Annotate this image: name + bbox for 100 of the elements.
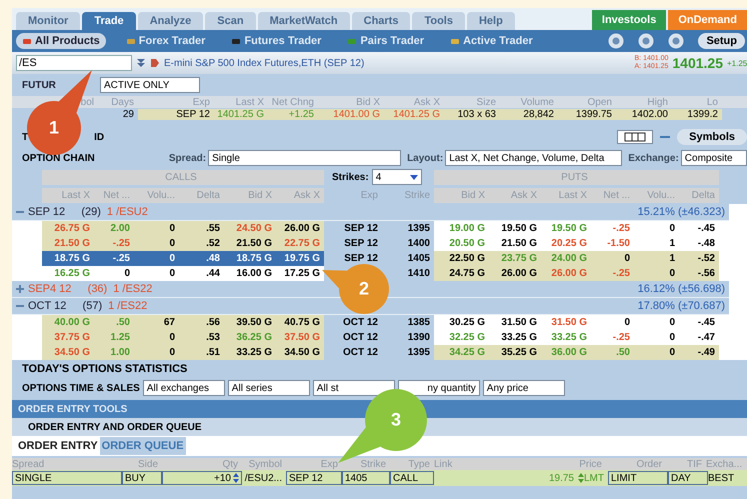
symbols-button[interactable]: Symbols <box>677 129 747 145</box>
grid-icon[interactable] <box>617 130 654 144</box>
promo-button[interactable]: Investools <box>592 10 666 30</box>
quantity-spinner[interactable]: +10 <box>162 471 242 485</box>
table-cell-text: 30.25 G <box>448 316 486 330</box>
column-header: Link <box>434 458 454 470</box>
spread-dropdown[interactable]: Single <box>208 150 402 166</box>
round-icon[interactable] <box>638 33 654 49</box>
callout-number: 1 <box>49 118 59 138</box>
nav-tab[interactable]: Analyze <box>138 12 204 30</box>
table-cell: +1.25 <box>268 108 318 120</box>
volatility-label: 15.21% (±46.323) <box>638 206 726 218</box>
table-cell: 36.00 G <box>541 345 591 360</box>
table-cell: 0 <box>134 345 179 360</box>
field-label: Layout: <box>407 152 444 164</box>
strike-dropdown[interactable]: 1405 <box>342 471 390 485</box>
option-row[interactable]: 26.75 G 2.00 0 .55 24.50 G 26.00 G SEP 12 1395 19.00 G 19.50 G 19.50 G -.25 0 -.45 <box>12 221 729 236</box>
round-icon[interactable] <box>668 33 684 49</box>
table-cell: 0 <box>634 345 679 360</box>
column-header: Last X <box>541 188 591 202</box>
strikes-dropdown[interactable]: 4 <box>372 169 422 185</box>
column-header: Net Chng <box>270 96 315 108</box>
column-header: Ask X <box>489 188 541 202</box>
table-cell-text: -.25 <box>612 222 631 236</box>
table-cell-text: 29 <box>122 108 135 120</box>
nav-tab[interactable]: MarketWatch <box>258 12 350 30</box>
table-cell-text: -.25 <box>612 331 631 345</box>
nav-tab[interactable]: Tools <box>412 12 465 30</box>
column-header: Price <box>578 458 603 470</box>
filter-dropdown[interactable]: ACTIVE ONLY <box>100 77 200 93</box>
table-cell: 21.50 G <box>42 236 94 251</box>
type-dropdown[interactable]: CALL <box>390 471 434 485</box>
table-cell-text: 21.50 G <box>500 237 538 251</box>
table-cell: -.56 <box>679 266 719 281</box>
nav-tab[interactable]: Charts <box>352 12 410 30</box>
order-dropdown[interactable]: LIMIT <box>608 471 668 485</box>
table-cell: SEP 12 <box>324 236 382 251</box>
table-cell: 1.25 <box>94 330 134 345</box>
option-row[interactable]: 40.00 G .50 67 .56 39.50 G 40.75 G OCT 12 1385 30.25 G 31.50 G 31.50 G 0 0 -.45 <box>12 315 729 330</box>
column-header: Bid X <box>434 188 489 202</box>
column-header: Type <box>407 458 431 470</box>
filter-dropdown[interactable]: All st <box>312 380 395 396</box>
option-row[interactable]: 18.75 G -.25 0 .48 18.75 G 19.75 G SEP 12 1405 22.50 G 23.75 G 24.00 G 0 1 -.52 <box>12 251 729 266</box>
column-header: Last X <box>42 188 94 202</box>
table-cell-text: 0 <box>123 267 131 281</box>
table-cell-text: 20.25 G <box>550 237 588 251</box>
nav-tab[interactable]: Help <box>466 12 515 30</box>
column-header: Order <box>635 458 663 470</box>
nav-tab[interactable]: Monitor <box>16 12 80 30</box>
spinner-icon <box>233 473 239 483</box>
table-cell: 1401.25 G <box>214 108 268 120</box>
nav-tab[interactable]: Trade <box>82 12 136 30</box>
expiration-label: SEP 12 <box>28 206 66 218</box>
dropdown-icon[interactable] <box>136 57 146 69</box>
column-header: Side <box>136 458 159 470</box>
table-cell: 2.00 <box>94 221 134 236</box>
column-header: bol <box>80 96 95 108</box>
filter-dropdown[interactable]: All series <box>228 380 310 396</box>
expiration-dropdown[interactable]: SEP 12 <box>286 471 342 485</box>
table-cell: OCT 12 <box>324 330 382 345</box>
setup-button[interactable]: Setup <box>698 33 745 49</box>
column-header: Size <box>476 96 497 108</box>
table-cell-text: 33.25 G <box>500 331 538 345</box>
section-label: OPTIONS TIME & SALES <box>22 382 140 394</box>
product-tab[interactable]: Pairs Trader <box>341 33 430 49</box>
column-header: Exp <box>320 458 339 470</box>
option-row[interactable]: 34.50 G 1.00 0 .51 33.25 G 34.50 G OCT 12 1395 34.25 G 35.25 G 36.00 G .50 0 -.49 <box>12 345 729 360</box>
expand-icon[interactable] <box>16 285 24 293</box>
symbol-field[interactable]: /ES <box>16 55 132 71</box>
tif-dropdown[interactable]: DAY <box>668 471 708 485</box>
option-row[interactable]: 21.50 G -.25 0 .52 21.50 G 22.75 G SEP 12 1400 20.50 G 21.50 G 20.25 G -1.50 1 -.48 <box>12 236 729 251</box>
table-cell: 26.00 G <box>541 266 591 281</box>
product-tab[interactable]: Forex Trader <box>120 33 212 49</box>
nav-tab[interactable]: Scan <box>205 12 256 30</box>
table-cell: 26.00 G <box>276 221 324 236</box>
filter-dropdown[interactable]: Any price <box>482 380 565 396</box>
volatility-label: 16.12% (±56.698) <box>638 283 726 295</box>
filter-dropdown[interactable]: ny quantity <box>398 380 480 396</box>
volatility-label: 17.80% (±70.687) <box>638 300 726 312</box>
collapse-icon[interactable] <box>16 208 24 216</box>
table-cell: .50 <box>591 345 634 360</box>
product-tab[interactable]: Active Trader <box>444 33 539 49</box>
table-cell: 40.00 G <box>42 315 94 330</box>
spread-dropdown[interactable]: SINGLE <box>12 471 122 485</box>
table-cell: 1410 <box>382 266 434 281</box>
table-cell: .55 <box>179 221 224 236</box>
layout-dropdown[interactable]: Last X, Net Change, Volume, Delta <box>445 150 622 166</box>
product-tab[interactable]: Futures Trader <box>225 33 328 49</box>
filter-dropdown[interactable]: All exchanges <box>142 380 225 396</box>
exchange-dropdown[interactable]: Composite <box>680 150 747 166</box>
option-row[interactable]: 37.75 G 1.25 0 .53 36.25 G 37.50 G OCT 12 1390 32.25 G 33.25 G 33.25 G -.25 0 -.47 <box>12 330 729 345</box>
collapse-icon[interactable] <box>16 302 24 310</box>
side-dropdown[interactable]: BUY <box>122 471 162 485</box>
spinner-icon[interactable] <box>578 473 584 483</box>
section-label: ID <box>94 132 104 142</box>
round-icon[interactable] <box>608 33 624 49</box>
product-tab[interactable]: All Products <box>16 33 106 49</box>
table-cell: 1402.00 <box>616 108 672 120</box>
field-label: Strikes: <box>332 170 369 184</box>
column-header: Bid X <box>355 96 381 108</box>
